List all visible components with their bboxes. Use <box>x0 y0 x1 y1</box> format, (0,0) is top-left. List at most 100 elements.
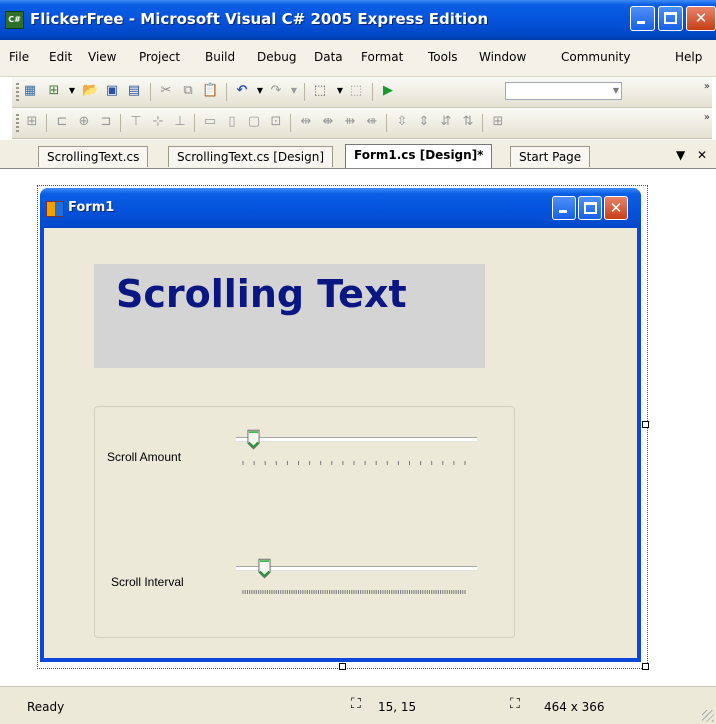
save-icon[interactable]: ▣ <box>104 83 120 99</box>
make-same-width-icon[interactable]: ▭ <box>202 114 218 130</box>
tab-scrollingtext-design[interactable]: ScrollingText.cs [Design] <box>168 146 333 167</box>
maximize-icon <box>584 202 597 214</box>
scroll-interval-trackbar[interactable] <box>236 555 479 595</box>
vertical-spacing-equal-icon[interactable]: ⇳ <box>394 114 410 130</box>
trackbar-track <box>236 566 477 571</box>
align-middles-icon[interactable]: ⊹ <box>150 114 166 130</box>
menu-debug[interactable]: Debug <box>257 50 296 64</box>
toolbar-grip[interactable] <box>16 83 19 101</box>
menu-view[interactable]: View <box>88 50 116 64</box>
navigate-forward-icon[interactable]: ⬚ <box>348 83 364 99</box>
form-maximize-button[interactable] <box>578 196 602 220</box>
form-titlebar[interactable]: Form1 ✕ <box>40 188 641 228</box>
align-rights-icon[interactable]: ⊐ <box>98 114 114 130</box>
resize-handle-bottom-right[interactable] <box>642 663 649 670</box>
resize-handle-bottom[interactable] <box>339 663 346 670</box>
chevron-down-icon[interactable]: ▼ <box>64 83 80 99</box>
menu-project[interactable]: Project <box>139 50 180 64</box>
toolbar-grip[interactable] <box>16 114 19 132</box>
window-titlebar[interactable]: C# FlickerFree - Microsoft Visual C# 200… <box>0 0 716 40</box>
open-file-icon[interactable]: 📂 <box>82 83 98 99</box>
navigate-icon[interactable]: ⬚ <box>312 83 328 99</box>
form-title: Form1 <box>68 200 115 215</box>
maximize-icon <box>664 12 677 24</box>
horizontal-spacing-equal-icon[interactable]: ⇹ <box>298 114 314 130</box>
menu-help[interactable]: Help <box>675 50 702 64</box>
status-position: 15, 15 <box>378 700 417 714</box>
make-same-height-icon[interactable]: ▯ <box>224 114 240 130</box>
settings-group-box: Scroll Amount Scroll Interval <box>94 406 515 638</box>
trackbar-ticks <box>242 590 466 594</box>
chevron-down-icon[interactable]: ▼ <box>286 83 302 99</box>
new-project-icon[interactable]: ▦ <box>22 83 38 99</box>
form1-window[interactable]: Form1 ✕ Scrolling Text Scroll Amount Scr… <box>40 188 641 662</box>
status-size: 464 x 366 <box>544 700 605 714</box>
vertical-spacing-decrease-icon[interactable]: ⇵ <box>438 114 454 130</box>
toolbar-overflow-icon[interactable]: » <box>704 81 710 92</box>
resize-handle-right[interactable] <box>642 421 649 428</box>
form-minimize-button[interactable] <box>552 196 576 220</box>
trackbar-track <box>236 437 477 442</box>
menu-format[interactable]: Format <box>361 50 403 64</box>
chevron-down-icon[interactable]: ▼ <box>252 83 268 99</box>
minimize-button[interactable] <box>630 6 655 31</box>
add-item-icon[interactable]: ⊞ <box>46 83 62 99</box>
vertical-spacing-increase-icon[interactable]: ⇕ <box>416 114 432 130</box>
trackbar-thumb[interactable] <box>258 558 271 580</box>
close-icon: ✕ <box>609 199 623 217</box>
align-centers-icon[interactable]: ⊕ <box>76 114 92 130</box>
chevron-down-icon[interactable]: ▼ <box>332 83 348 99</box>
vertical-spacing-remove-icon[interactable]: ⇅ <box>460 114 476 130</box>
chevron-down-icon: ▼ <box>612 86 619 95</box>
maximize-button[interactable] <box>658 6 683 31</box>
copy-icon[interactable]: ⧉ <box>180 83 196 99</box>
form-close-button[interactable]: ✕ <box>604 196 628 220</box>
menu-tools[interactable]: Tools <box>428 50 458 64</box>
form-client-area[interactable]: Scrolling Text Scroll Amount Scroll Inte… <box>44 228 637 658</box>
save-all-icon[interactable]: ▤ <box>126 83 142 99</box>
tab-close-icon[interactable]: ✕ <box>697 148 707 162</box>
tab-scrollingtext-cs[interactable]: ScrollingText.cs <box>38 146 149 167</box>
horizontal-spacing-remove-icon[interactable]: ⇺ <box>364 114 380 130</box>
tab-form1-design[interactable]: Form1.cs [Design]* <box>345 144 493 168</box>
center-horizontally-icon[interactable]: ⊞ <box>490 114 506 130</box>
trackbar-ticks <box>242 461 466 465</box>
trackbar-thumb[interactable] <box>247 429 260 451</box>
document-tab-strip: ScrollingText.cs ScrollingText.cs [Desig… <box>0 140 716 169</box>
position-icon: ⛶ <box>351 696 361 712</box>
scroll-amount-trackbar[interactable] <box>236 426 479 466</box>
csharp-app-icon: C# <box>5 11 24 29</box>
menu-community[interactable]: Community <box>561 50 630 64</box>
align-tops-icon[interactable]: ⊤ <box>128 114 144 130</box>
align-to-grid-icon[interactable]: ⊞ <box>24 114 40 130</box>
scrolling-text-banner[interactable]: Scrolling Text <box>94 264 485 368</box>
layout-toolbar: ⊞ ⊏ ⊕ ⊐ ⊤ ⊹ ⊥ ▭ ▯ ▢ ⊡ ⇹ ⇼ ⇻ ⇺ ⇳ ⇕ ⇵ ⇅ ⊞ … <box>12 108 712 139</box>
cut-icon[interactable]: ✂ <box>158 83 174 99</box>
menu-build[interactable]: Build <box>205 50 235 64</box>
size-grip[interactable] <box>702 710 714 722</box>
menu-edit[interactable]: Edit <box>49 50 72 64</box>
menu-window[interactable]: Window <box>479 50 526 64</box>
scroll-amount-label: Scroll Amount <box>107 450 182 464</box>
align-bottoms-icon[interactable]: ⊥ <box>172 114 188 130</box>
tab-start-page[interactable]: Start Page <box>510 146 591 167</box>
menu-data[interactable]: Data <box>314 50 343 64</box>
close-button[interactable]: ✕ <box>686 6 716 31</box>
close-icon: ✕ <box>694 9 708 27</box>
horizontal-spacing-increase-icon[interactable]: ⇼ <box>320 114 336 130</box>
undo-icon[interactable]: ↶ <box>234 83 250 99</box>
make-same-size-icon[interactable]: ▢ <box>246 114 262 130</box>
tab-dropdown-icon[interactable]: ▼ <box>676 148 685 162</box>
menu-file[interactable]: File <box>9 50 29 64</box>
align-lefts-icon[interactable]: ⊏ <box>54 114 70 130</box>
size-to-grid-icon[interactable]: ⊡ <box>268 114 284 130</box>
scroll-interval-label: Scroll Interval <box>111 575 184 589</box>
start-debugging-icon[interactable]: ▶ <box>380 83 396 99</box>
toolbar-overflow-icon[interactable]: » <box>704 112 710 123</box>
redo-icon[interactable]: ↷ <box>268 83 284 99</box>
paste-icon[interactable]: 📋 <box>202 83 218 99</box>
solution-configuration-select[interactable]: ▼ <box>505 82 622 100</box>
banner-text: Scrolling Text <box>116 272 407 316</box>
horizontal-spacing-decrease-icon[interactable]: ⇻ <box>342 114 358 130</box>
size-icon: ⛶ <box>510 696 520 712</box>
